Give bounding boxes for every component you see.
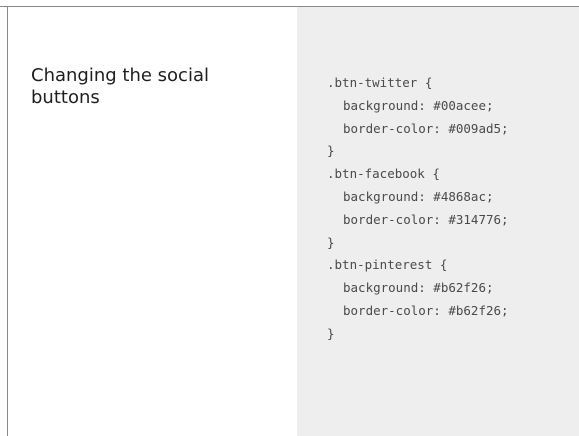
title-panel: Changing the social buttons bbox=[8, 7, 297, 436]
code-line-twitter-background: background: #00acee; bbox=[343, 97, 494, 113]
code-line-pinterest-selector: .btn-pinterest { bbox=[327, 257, 448, 273]
code-line-pinterest-background: background: #b62f26; bbox=[343, 280, 494, 296]
code-line-facebook-selector: .btn-facebook { bbox=[327, 166, 440, 182]
code-panel: .btn-twitter { background: #00acee; bord… bbox=[297, 7, 579, 436]
code-line-pinterest-border: border-color: #b62f26; bbox=[343, 302, 509, 318]
css-code-block: .btn-twitter { background: #00acee; bord… bbox=[327, 72, 509, 346]
code-line-facebook-close: } bbox=[327, 234, 335, 250]
code-line-pinterest-close: } bbox=[327, 325, 335, 341]
code-line-twitter-selector: .btn-twitter { bbox=[327, 75, 433, 90]
slide-title: Changing the social buttons bbox=[31, 65, 209, 108]
slide: Changing the social buttons .btn-twitter… bbox=[0, 0, 579, 436]
code-line-facebook-background: background: #4868ac; bbox=[343, 188, 494, 204]
code-line-twitter-border: border-color: #009ad5; bbox=[343, 120, 509, 136]
code-line-facebook-border: border-color: #314776; bbox=[343, 211, 509, 227]
code-line-twitter-close: } bbox=[327, 143, 335, 159]
